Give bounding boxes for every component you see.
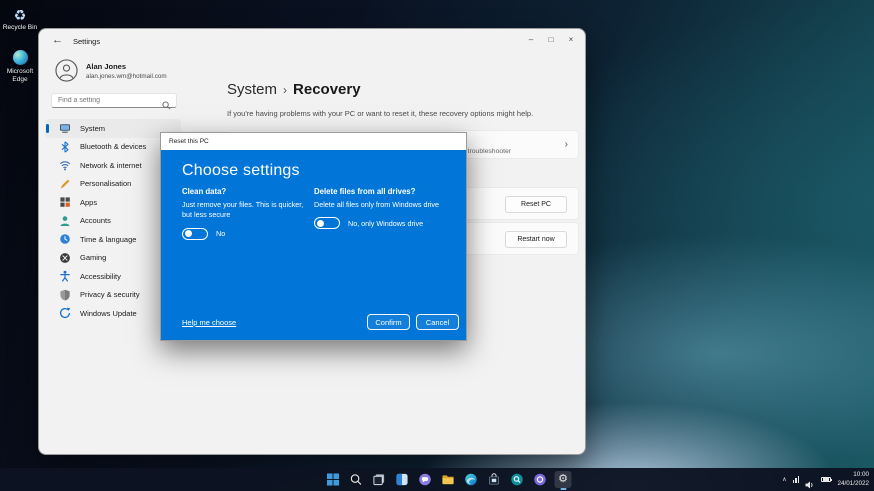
breadcrumb: System › Recovery bbox=[227, 81, 361, 98]
sidebar-item-label: Gaming bbox=[80, 253, 107, 263]
delete-drives-toggle-row[interactable]: No, only Windows drive bbox=[314, 217, 456, 230]
dialog-heading: Choose settings bbox=[182, 162, 300, 179]
microsoft-store-icon[interactable] bbox=[486, 471, 503, 488]
clean-data-question: Clean data? bbox=[182, 187, 227, 196]
sidebar-item-label: Bluetooth & devices bbox=[80, 142, 147, 152]
clean-data-toggle-label: No bbox=[216, 229, 226, 239]
user-email: alan.jones.wm@hotmail.com bbox=[86, 72, 167, 80]
person-icon bbox=[59, 215, 71, 227]
speaker-icon[interactable] bbox=[805, 476, 815, 488]
taskbar-center-icons: ⚙ bbox=[325, 468, 572, 491]
bluetooth-icon bbox=[59, 141, 71, 153]
sidebar-item-label: Accounts bbox=[80, 216, 111, 226]
sidebar-item-label: Privacy & security bbox=[80, 290, 140, 300]
window-controls: – □ × bbox=[521, 29, 581, 49]
maximize-button[interactable]: □ bbox=[541, 29, 561, 49]
window-titlebar: ← Settings – □ × bbox=[39, 29, 585, 55]
desktop-icon-recycle-bin[interactable]: ♻ Recycle Bin bbox=[2, 6, 38, 32]
back-button[interactable]: ← bbox=[52, 34, 63, 46]
reset-pc-button[interactable]: Reset PC bbox=[505, 196, 567, 213]
system-tray: ∧ 10:00 24/01/2022 bbox=[782, 468, 869, 491]
close-button[interactable]: × bbox=[561, 29, 581, 49]
clean-data-toggle[interactable] bbox=[182, 227, 208, 240]
system-icon bbox=[59, 122, 71, 134]
breadcrumb-separator-icon: › bbox=[283, 83, 288, 97]
desktop-icon-label: Microsoft Edge bbox=[6, 67, 34, 83]
confirm-button[interactable]: Confirm bbox=[367, 314, 410, 330]
app-purple-circle-icon[interactable] bbox=[532, 471, 549, 488]
restart-now-button[interactable]: Restart now bbox=[505, 231, 567, 248]
breadcrumb-system[interactable]: System bbox=[227, 81, 277, 98]
gear-icon: ⚙ bbox=[558, 473, 568, 485]
clean-data-description: Just remove your files. This is quicker,… bbox=[182, 200, 304, 220]
tray-time: 10:00 bbox=[853, 471, 869, 478]
wifi-icon bbox=[59, 159, 71, 171]
task-view-icon[interactable] bbox=[371, 471, 388, 488]
delete-drives-description: Delete all files only from Windows drive bbox=[314, 200, 440, 209]
xbox-icon bbox=[59, 252, 71, 264]
shield-icon bbox=[59, 289, 71, 301]
start-button[interactable] bbox=[325, 471, 342, 488]
clock-icon bbox=[59, 233, 71, 245]
delete-drives-toggle[interactable] bbox=[314, 217, 340, 230]
sidebar-item-label: System bbox=[80, 123, 106, 133]
network-signal-icon[interactable] bbox=[792, 476, 800, 483]
sidebar-item-label: Network & internet bbox=[80, 160, 142, 170]
search-taskbar-icon[interactable] bbox=[348, 471, 365, 488]
sidebar-item-label: Time & language bbox=[80, 234, 137, 244]
page-description: If you're having problems with your PC o… bbox=[227, 109, 534, 118]
page-title: Recovery bbox=[293, 81, 361, 98]
dialog-title: Reset this PC bbox=[169, 138, 209, 145]
user-profile[interactable]: Alan Jones alan.jones.wm@hotmail.com bbox=[55, 59, 167, 82]
sidebar-item-label: Personalisation bbox=[80, 179, 132, 189]
recycle-bin-icon: ♻ bbox=[13, 7, 27, 23]
delete-drives-toggle-label: No, only Windows drive bbox=[348, 218, 424, 228]
edge-taskbar-icon[interactable] bbox=[463, 471, 480, 488]
chevron-right-icon: › bbox=[564, 139, 568, 150]
accessibility-person-icon bbox=[59, 270, 71, 282]
search-icon bbox=[162, 97, 171, 110]
user-avatar-icon bbox=[55, 59, 78, 82]
taskbar: ⚙ ∧ 10:00 24/01/2022 bbox=[0, 468, 874, 491]
window-title: Settings bbox=[73, 37, 101, 46]
delete-all-drives-option: Delete files from all drives? Delete all… bbox=[314, 187, 456, 230]
widgets-icon[interactable] bbox=[394, 471, 411, 488]
dialog-titlebar: Reset this PC bbox=[161, 133, 466, 150]
chat-icon[interactable] bbox=[417, 471, 434, 488]
cancel-button[interactable]: Cancel bbox=[416, 314, 459, 330]
desktop-icon-microsoft-edge[interactable]: Microsoft Edge bbox=[2, 49, 38, 84]
find-a-setting-search[interactable] bbox=[51, 93, 177, 110]
tray-date: 24/01/2022 bbox=[837, 479, 869, 487]
sidebar-item-label: Windows Update bbox=[80, 308, 137, 318]
apps-grid-icon bbox=[59, 196, 71, 208]
clock[interactable]: 10:00 24/01/2022 bbox=[837, 471, 869, 488]
clean-data-toggle-row[interactable]: No bbox=[182, 227, 314, 240]
help-me-choose-link[interactable]: Help me choose bbox=[182, 318, 236, 327]
desktop-icon-area: ♻ Recycle Bin Microsoft Edge bbox=[2, 6, 38, 101]
user-name: Alan Jones bbox=[86, 61, 127, 71]
battery-icon[interactable] bbox=[821, 476, 833, 483]
dialog-body: Choose settings Clean data? Just remove … bbox=[161, 150, 466, 340]
reset-this-pc-dialog: Reset this PC Choose settings Clean data… bbox=[160, 132, 467, 341]
paintbrush-icon bbox=[59, 178, 71, 190]
minimize-button[interactable]: – bbox=[521, 29, 541, 49]
tray-chevron-up-icon[interactable]: ∧ bbox=[782, 476, 786, 483]
sidebar-item-label: Apps bbox=[80, 197, 98, 207]
settings-taskbar-icon[interactable]: ⚙ bbox=[554, 471, 572, 490]
clean-data-option: Clean data? Just remove your files. This… bbox=[182, 187, 314, 240]
update-arrows-icon bbox=[59, 307, 71, 319]
desktop-icon-label: Recycle Bin bbox=[2, 24, 38, 31]
edge-icon bbox=[2, 49, 38, 68]
app-teal-circle-icon[interactable] bbox=[509, 471, 526, 488]
search-input[interactable] bbox=[58, 94, 162, 107]
sidebar-item-label: Accessibility bbox=[80, 271, 121, 281]
file-explorer-icon[interactable] bbox=[440, 471, 457, 488]
delete-drives-question: Delete files from all drives? bbox=[314, 187, 416, 196]
